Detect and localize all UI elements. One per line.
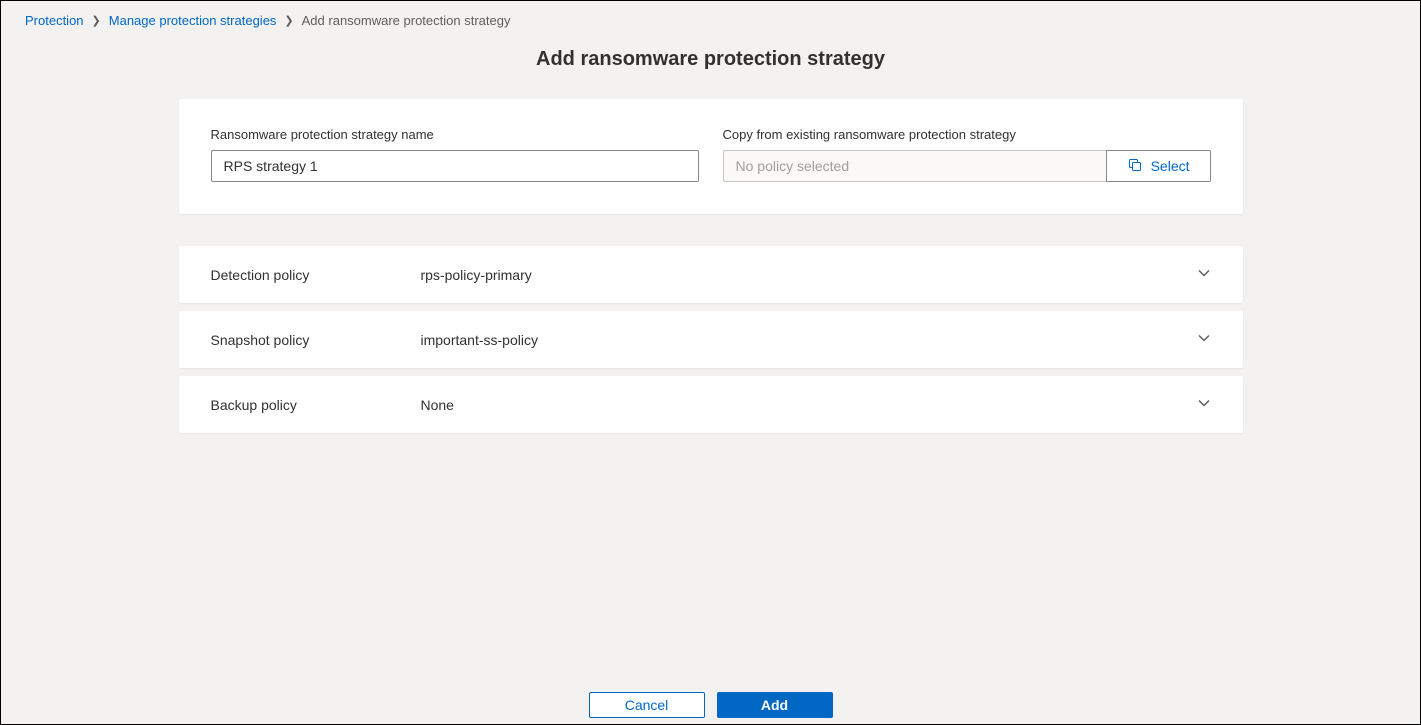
strategy-name-input[interactable] bbox=[211, 150, 699, 182]
copy-icon bbox=[1127, 157, 1143, 176]
breadcrumb-link-manage[interactable]: Manage protection strategies bbox=[109, 13, 277, 28]
policy-value: rps-policy-primary bbox=[421, 267, 1197, 283]
chevron-right-icon: ❯ bbox=[284, 14, 293, 27]
chevron-down-icon bbox=[1197, 331, 1211, 348]
snapshot-policy-row[interactable]: Snapshot policy important-ss-policy bbox=[179, 311, 1243, 368]
policy-label: Backup policy bbox=[211, 397, 421, 413]
page-title: Add ransomware protection strategy bbox=[1, 48, 1420, 71]
policy-value: important-ss-policy bbox=[421, 332, 1197, 348]
strategy-name-group: Ransomware protection strategy name bbox=[211, 127, 699, 182]
breadcrumb-current: Add ransomware protection strategy bbox=[302, 13, 511, 28]
copy-from-group: Copy from existing ransomware protection… bbox=[723, 127, 1211, 182]
basic-info-card: Ransomware protection strategy name Copy… bbox=[179, 99, 1243, 214]
chevron-right-icon: ❯ bbox=[92, 14, 101, 27]
copy-from-display: No policy selected bbox=[723, 150, 1106, 182]
breadcrumb-link-protection[interactable]: Protection bbox=[25, 13, 84, 28]
policy-label: Detection policy bbox=[211, 267, 421, 283]
chevron-down-icon bbox=[1197, 396, 1211, 413]
breadcrumb: Protection ❯ Manage protection strategie… bbox=[1, 1, 1420, 40]
strategy-name-label: Ransomware protection strategy name bbox=[211, 127, 699, 142]
select-button-label: Select bbox=[1151, 158, 1190, 174]
policy-label: Snapshot policy bbox=[211, 332, 421, 348]
select-policy-button[interactable]: Select bbox=[1106, 150, 1211, 182]
main-content: Ransomware protection strategy name Copy… bbox=[179, 99, 1243, 433]
policy-value: None bbox=[421, 397, 1197, 413]
chevron-down-icon bbox=[1197, 266, 1211, 283]
add-button[interactable]: Add bbox=[717, 692, 833, 718]
detection-policy-row[interactable]: Detection policy rps-policy-primary bbox=[179, 246, 1243, 303]
copy-from-label: Copy from existing ransomware protection… bbox=[723, 127, 1211, 142]
footer-actions: Cancel Add bbox=[1, 688, 1420, 724]
backup-policy-row[interactable]: Backup policy None bbox=[179, 376, 1243, 433]
cancel-button[interactable]: Cancel bbox=[589, 692, 705, 718]
